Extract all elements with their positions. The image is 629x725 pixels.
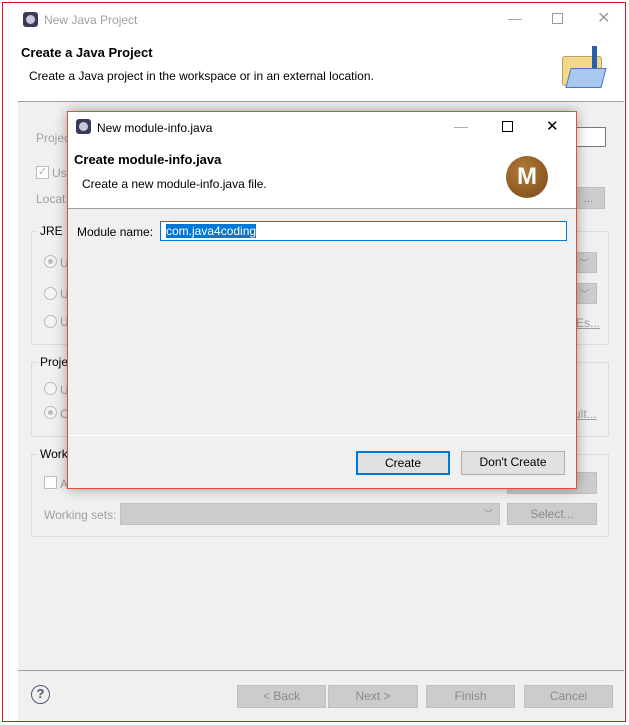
dialog-title: New module-info.java	[97, 121, 213, 135]
minimize-icon[interactable]: —	[508, 10, 522, 26]
next-button[interactable]: Next >	[328, 685, 418, 708]
working-sets-label: Working sets:	[44, 508, 117, 522]
eclipse-icon	[23, 12, 38, 27]
footer-divider	[18, 670, 624, 671]
project-layout-label: Proje	[38, 355, 71, 369]
page-description: Create a Java project in the workspace o…	[29, 69, 374, 83]
jre-radio-1[interactable]	[44, 255, 57, 268]
configure-default-link[interactable]: ult...	[574, 407, 597, 421]
jre-radio-2[interactable]	[44, 287, 57, 300]
project-name-label: Projec	[36, 131, 71, 145]
module-logo-icon: M	[506, 156, 548, 198]
add-to-working-sets-checkbox[interactable]	[44, 476, 57, 489]
module-name-label: Module name:	[77, 225, 154, 239]
module-name-input[interactable]: com.java4coding	[160, 221, 567, 241]
finish-button[interactable]: Finish	[426, 685, 515, 708]
configure-jres-link[interactable]: Es...	[576, 316, 600, 330]
dialog-heading: Create module-info.java	[74, 152, 222, 167]
back-button[interactable]: < Back	[237, 685, 326, 708]
dont-create-button[interactable]: Don't Create	[461, 451, 565, 475]
new-module-info-dialog: New module-info.java — ✕ Create module-i…	[67, 111, 577, 489]
close-icon[interactable]: ✕	[597, 8, 610, 28]
dialog-description: Create a new module-info.java file.	[82, 177, 267, 191]
project-name-input[interactable]	[572, 127, 606, 147]
window-title: New Java Project	[44, 13, 138, 27]
folder-icon	[562, 46, 607, 88]
help-icon[interactable]: ?	[31, 685, 50, 704]
use-default-label: Us	[52, 166, 67, 180]
eclipse-icon	[76, 119, 91, 134]
working-sets-group-label: Work	[38, 447, 70, 461]
close-icon[interactable]: ✕	[546, 117, 559, 135]
layout-radio-1[interactable]	[44, 382, 57, 395]
jre-group-label: JRE	[38, 224, 65, 238]
minimize-icon[interactable]: —	[454, 118, 468, 134]
select-button[interactable]: Select...	[507, 503, 597, 525]
maximize-icon[interactable]	[552, 13, 563, 24]
working-sets-dropdown[interactable]: ﹀	[120, 503, 500, 525]
use-default-checkbox[interactable]: ✓	[36, 166, 49, 179]
module-name-value: com.java4coding	[166, 224, 257, 238]
dialog-footer-divider	[68, 435, 576, 436]
maximize-icon[interactable]	[502, 121, 513, 132]
cancel-button[interactable]: Cancel	[524, 685, 613, 708]
layout-radio-2[interactable]	[44, 406, 57, 419]
location-label: Locat	[36, 192, 66, 206]
page-title: Create a Java Project	[21, 45, 153, 60]
create-button[interactable]: Create	[356, 451, 450, 475]
jre-radio-3[interactable]	[44, 315, 57, 328]
